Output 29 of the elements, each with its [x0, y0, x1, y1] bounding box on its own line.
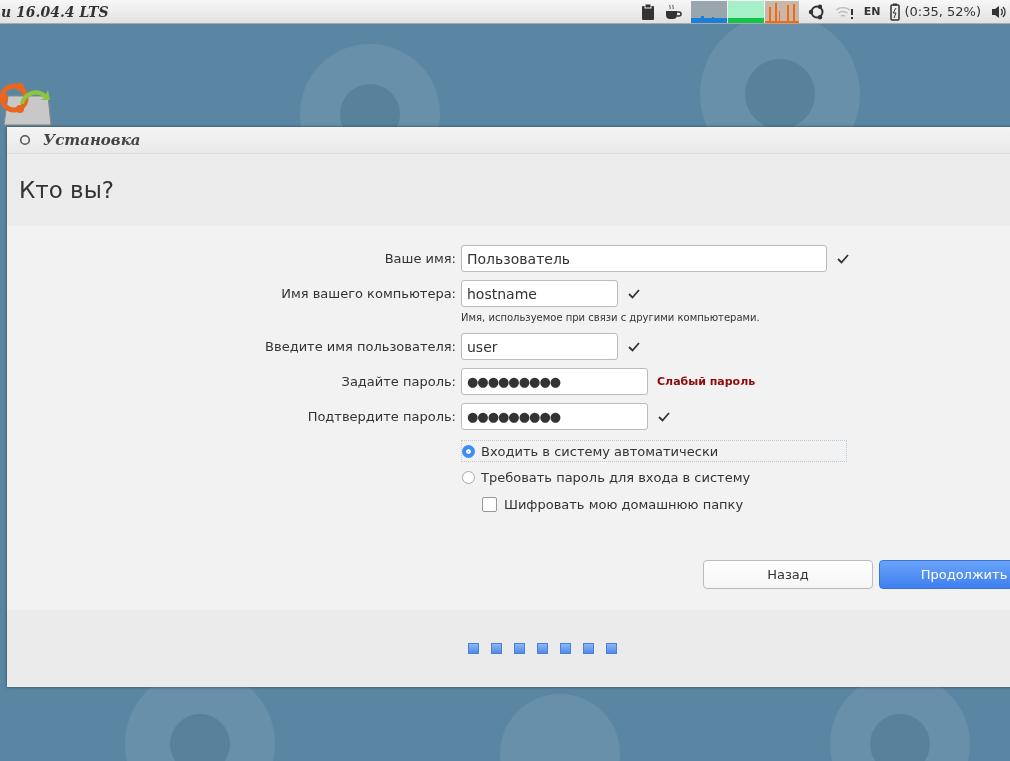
ubuntu-logo-icon[interactable]	[807, 2, 826, 21]
text-field[interactable]: hostname	[461, 280, 618, 307]
field-hint: Имя, используемое при связи с другими компьютерами.	[461, 312, 761, 323]
field-label: Задайте пароль:	[340, 373, 456, 391]
text-field[interactable]: user	[461, 333, 618, 360]
panel-title: u 16.04.4 LTS	[0, 3, 109, 20]
field-label: Введите имя пользователя:	[264, 338, 456, 356]
field-label: Подтвердите пароль:	[306, 408, 456, 426]
password-field[interactable]: ●●●●●●●●●	[461, 403, 648, 430]
encrypt-checkbox[interactable]: Шифровать мою домашнюю папку	[482, 492, 744, 516]
password-strength-text: Слабый пароль	[657, 375, 756, 388]
radio-option[interactable]: Требовать пароль для входа в систему	[461, 466, 847, 488]
window-title: Установка	[43, 131, 141, 149]
cpu-graph-icon[interactable]	[690, 0, 727, 23]
page-heading: Кто вы?	[19, 177, 115, 203]
clipboard-icon[interactable]	[640, 2, 655, 21]
radio-option[interactable]: Входить в систему автоматически	[461, 440, 847, 462]
keyboard-layout-indicator[interactable]: EN	[863, 5, 881, 18]
back-button[interactable]: Назад	[703, 560, 873, 589]
password-field[interactable]: ●●●●●●●●●	[461, 368, 648, 395]
field-label: Ваше имя:	[383, 250, 456, 268]
field-label: Имя вашего компьютера:	[280, 285, 456, 303]
coffee-cup-icon[interactable]	[663, 3, 682, 20]
battery-icon[interactable]	[889, 2, 900, 21]
speaker-icon[interactable]	[990, 3, 1008, 20]
window-close-icon[interactable]	[19, 134, 31, 146]
network-graph-icon[interactable]	[764, 0, 799, 23]
battery-status-text[interactable]: (0:35, 52%)	[904, 4, 981, 19]
text-field[interactable]: Пользователь	[461, 245, 827, 272]
